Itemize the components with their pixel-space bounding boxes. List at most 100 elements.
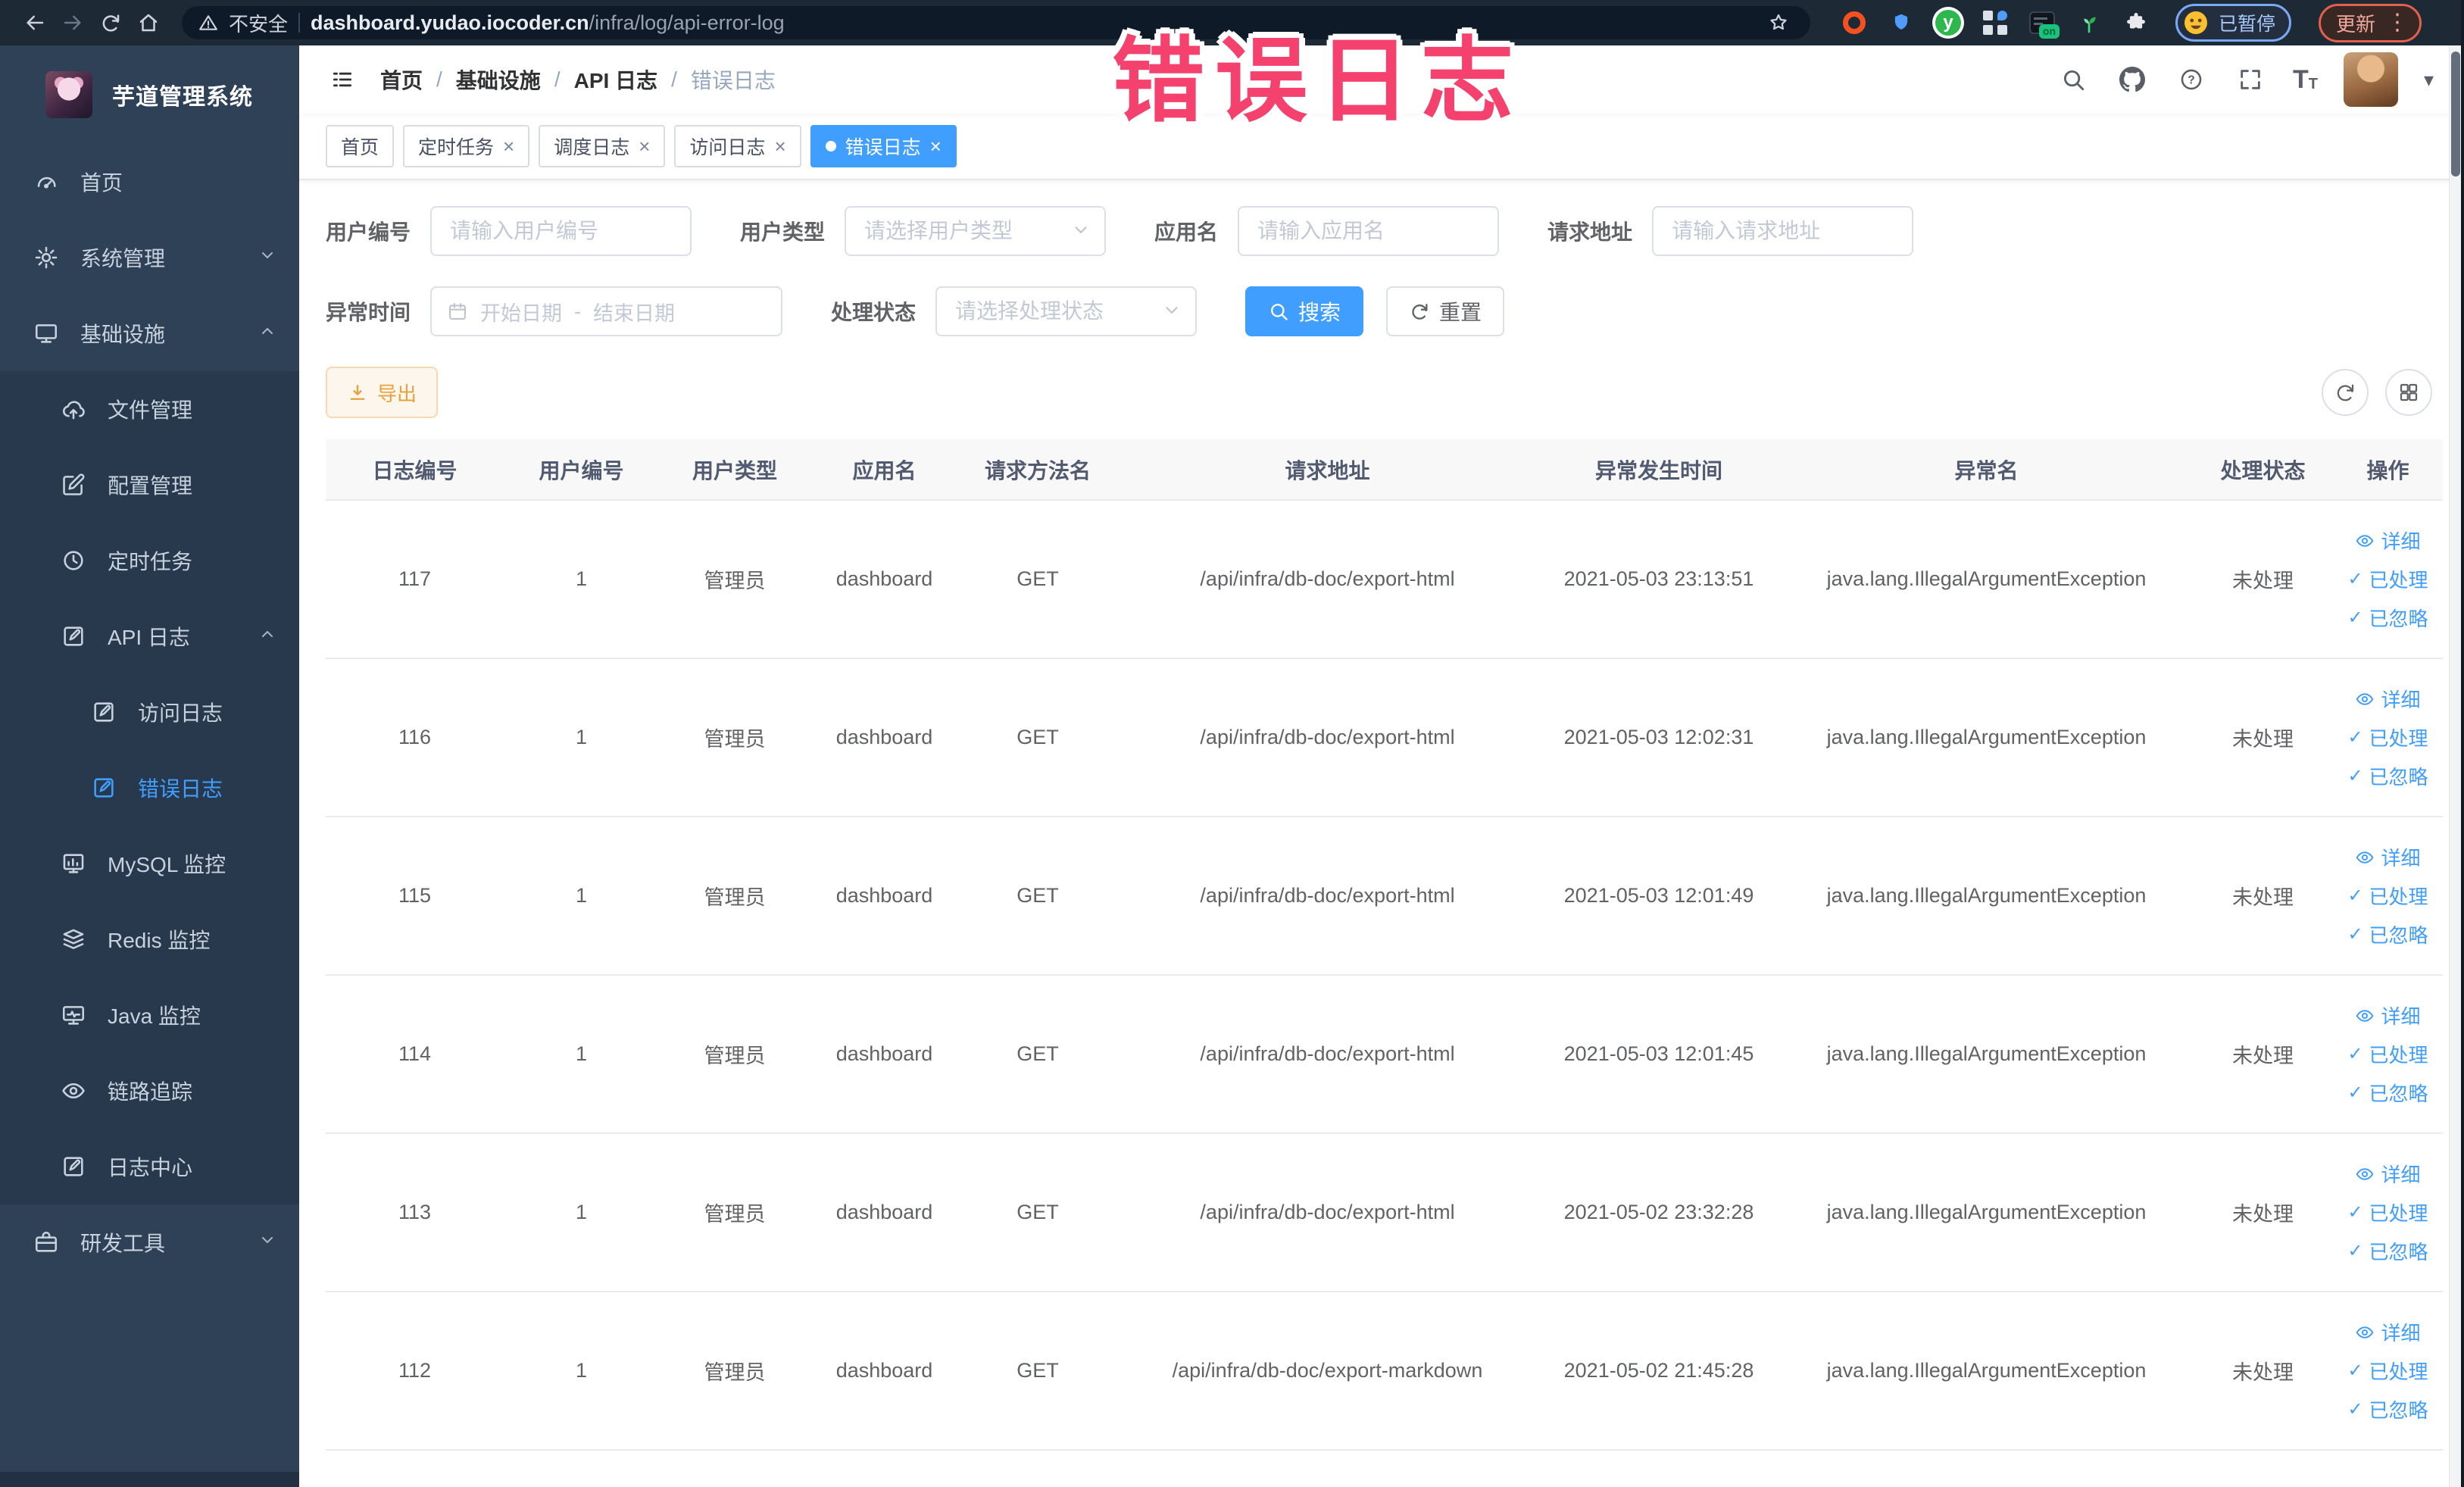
sidebar-item-scheduled-tasks[interactable]: 定时任务 bbox=[0, 523, 299, 598]
address-bar[interactable]: 不安全 dashboard.yudao.iocoder.cn/infra/log… bbox=[182, 6, 1810, 39]
extensions-puzzle-icon[interactable] bbox=[2122, 9, 2150, 36]
search-icon[interactable] bbox=[2056, 63, 2090, 96]
extension-leaf-icon[interactable] bbox=[2075, 9, 2103, 36]
scrollbar[interactable] bbox=[2449, 45, 2461, 1487]
action-mark-ignored[interactable]: ✓ 已忽略 bbox=[2347, 920, 2428, 948]
action-processed-label: 已处理 bbox=[2369, 886, 2428, 908]
browser-profile-chip[interactable]: 已暂停 bbox=[2175, 4, 2292, 42]
browser-update-button[interactable]: 更新 ⋮ bbox=[2319, 3, 2422, 42]
sidebar-item-error-log[interactable]: 错误日志 bbox=[0, 750, 299, 826]
hamburger-menu-icon[interactable] bbox=[326, 63, 359, 96]
tab-scheduled-tasks[interactable]: 定时任务 × bbox=[403, 125, 530, 167]
sidebar-item-config-management[interactable]: 配置管理 bbox=[0, 447, 299, 523]
page-url[interactable]: dashboard.yudao.iocoder.cn/infra/log/api… bbox=[311, 11, 785, 35]
sidebar-item-mysql-monitor[interactable]: MySQL 监控 bbox=[0, 826, 299, 901]
not-secure-warning-icon[interactable] bbox=[198, 13, 218, 33]
breadcrumb-home[interactable]: 首页 bbox=[380, 64, 423, 95]
sidebar-item-api-logs[interactable]: API 日志 bbox=[0, 598, 299, 674]
log-icon bbox=[94, 702, 114, 722]
export-button[interactable]: 导出 bbox=[326, 367, 439, 418]
request-url-input[interactable] bbox=[1652, 206, 1914, 256]
column-settings-button[interactable] bbox=[2385, 369, 2432, 416]
app-logo-row[interactable]: 芋道管理系统 bbox=[0, 45, 299, 144]
user-id-input[interactable] bbox=[430, 206, 692, 256]
action-detail[interactable]: 详细 bbox=[2355, 1160, 2421, 1188]
sidebar-item-file-management[interactable]: 文件管理 bbox=[0, 371, 299, 447]
extension-orange-icon[interactable] bbox=[1841, 9, 1868, 36]
action-mark-processed[interactable]: ✓ 已处理 bbox=[2347, 882, 2428, 910]
action-detail[interactable]: 详细 bbox=[2355, 1001, 2421, 1029]
action-mark-processed[interactable]: ✓ 已处理 bbox=[2347, 565, 2428, 593]
browser-forward-icon[interactable] bbox=[58, 8, 88, 38]
search-button[interactable]: 搜索 bbox=[1245, 286, 1364, 336]
cell-app-name: dashboard bbox=[810, 500, 958, 659]
not-secure-label[interactable]: 不安全 bbox=[229, 9, 288, 37]
action-mark-processed[interactable]: ✓ 已处理 bbox=[2347, 723, 2428, 751]
browser-back-icon[interactable] bbox=[20, 8, 50, 38]
action-detail[interactable]: 详细 bbox=[2355, 843, 2421, 871]
dashboard-icon bbox=[37, 177, 56, 189]
extension-shield-icon[interactable] bbox=[1888, 9, 1915, 36]
sidebar-item-access-log[interactable]: 访问日志 bbox=[0, 674, 299, 750]
tab-close-icon[interactable]: × bbox=[503, 136, 514, 156]
action-mark-ignored[interactable]: ✓ 已忽略 bbox=[2347, 1079, 2428, 1107]
sidebar-item-home[interactable]: 首页 bbox=[0, 144, 299, 220]
check-icon: ✓ bbox=[2347, 569, 2363, 589]
extension-switch-icon[interactable]: on bbox=[2028, 9, 2060, 39]
cell-app-name: dashboard bbox=[810, 1292, 958, 1451]
check-icon: ✓ bbox=[2347, 1082, 2363, 1103]
action-mark-processed[interactable]: ✓ 已处理 bbox=[2347, 1040, 2428, 1068]
help-icon[interactable]: ? bbox=[2175, 63, 2208, 96]
date-range-separator: - bbox=[574, 299, 582, 323]
table-row: 112 1 管理员 dashboard GET /api/infra/db-do… bbox=[326, 1292, 2443, 1451]
check-icon: ✓ bbox=[2347, 727, 2363, 748]
tab-access-log[interactable]: 访问日志 × bbox=[674, 125, 801, 167]
sidebar-item-label: Java 监控 bbox=[108, 1004, 201, 1028]
action-detail[interactable]: 详细 bbox=[2355, 526, 2421, 555]
github-icon[interactable] bbox=[2116, 63, 2149, 96]
font-size-icon[interactable]: TT bbox=[2293, 67, 2318, 92]
extension-y-icon[interactable]: y bbox=[1935, 9, 1962, 36]
action-detail[interactable]: 详细 bbox=[2355, 685, 2421, 713]
browser-reload-icon[interactable] bbox=[95, 8, 126, 38]
process-status-select[interactable] bbox=[935, 286, 1198, 336]
action-mark-ignored[interactable]: ✓ 已忽略 bbox=[2347, 762, 2428, 790]
bookmark-star-icon[interactable] bbox=[1763, 8, 1794, 38]
exception-time-range-picker[interactable]: 开始日期 - 结束日期 bbox=[430, 286, 783, 336]
reset-button[interactable]: 重置 bbox=[1386, 286, 1505, 336]
action-detail[interactable]: 详细 bbox=[2355, 1318, 2421, 1346]
breadcrumb-api-logs[interactable]: API 日志 bbox=[574, 64, 657, 95]
avatar-caret-icon[interactable]: ▾ bbox=[2424, 68, 2434, 92]
tab-schedule-log[interactable]: 调度日志 × bbox=[539, 125, 666, 167]
sidebar-item-label: 首页 bbox=[80, 171, 123, 195]
tab-close-icon[interactable]: × bbox=[639, 136, 650, 156]
scrollbar-thumb[interactable] bbox=[2451, 52, 2460, 177]
refresh-table-button[interactable] bbox=[2322, 369, 2369, 416]
app-name-input[interactable] bbox=[1238, 206, 1500, 256]
tab-close-icon[interactable]: × bbox=[930, 136, 942, 156]
browser-home-icon[interactable] bbox=[133, 8, 164, 38]
sidebar-item-infrastructure[interactable]: 基础设施 bbox=[0, 295, 299, 371]
user-avatar[interactable] bbox=[2343, 52, 2398, 107]
cell-exception-time: 2021-05-03 12:01:45 bbox=[1538, 975, 1780, 1134]
action-mark-processed[interactable]: ✓ 已处理 bbox=[2347, 1198, 2428, 1226]
action-mark-ignored[interactable]: ✓ 已忽略 bbox=[2347, 604, 2428, 632]
sidebar-item-dev-tools[interactable]: 研发工具 bbox=[0, 1204, 299, 1280]
sidebar-item-redis-monitor[interactable]: Redis 监控 bbox=[0, 901, 299, 977]
action-mark-ignored[interactable]: ✓ 已忽略 bbox=[2347, 1395, 2428, 1423]
tab-error-log[interactable]: 错误日志 × bbox=[810, 125, 957, 167]
tab-home[interactable]: 首页 bbox=[326, 125, 395, 167]
breadcrumb-infrastructure[interactable]: 基础设施 bbox=[456, 64, 541, 95]
tab-close-icon[interactable]: × bbox=[774, 136, 785, 156]
user-type-select[interactable] bbox=[845, 206, 1107, 256]
action-mark-ignored[interactable]: ✓ 已忽略 bbox=[2347, 1237, 2428, 1265]
fullscreen-icon[interactable] bbox=[2234, 63, 2267, 96]
sidebar-item-trace[interactable]: 链路追踪 bbox=[0, 1053, 299, 1129]
sidebar-item-system-management[interactable]: 系统管理 bbox=[0, 220, 299, 295]
action-ignored-label: 已忽略 bbox=[2369, 1399, 2428, 1422]
sidebar-item-java-monitor[interactable]: Java 监控 bbox=[0, 977, 299, 1053]
sidebar-item-log-center[interactable]: 日志中心 bbox=[0, 1129, 299, 1204]
action-mark-processed[interactable]: ✓ 已处理 bbox=[2347, 1357, 2428, 1385]
extension-grid-icon[interactable] bbox=[1982, 9, 2009, 36]
browser-menu-kebab-icon[interactable]: ⋮ bbox=[2386, 11, 2409, 34]
